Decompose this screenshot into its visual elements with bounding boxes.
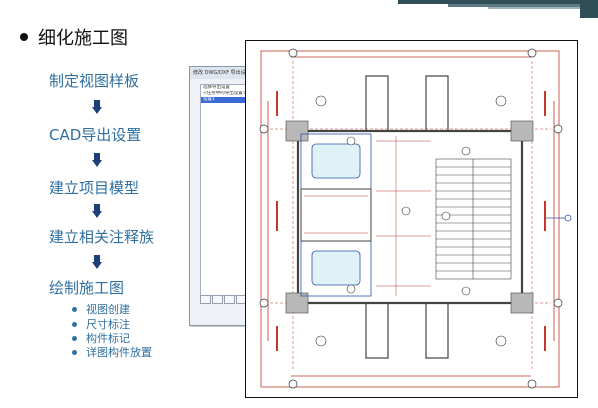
step-5: 绘制施工图 [49, 279, 125, 297]
rename-setting-button[interactable] [224, 295, 235, 304]
bullet-icon [72, 321, 77, 327]
decorative-top-bar [0, 0, 598, 18]
down-arrow-icon [92, 204, 102, 218]
copy-setting-button[interactable] [212, 295, 223, 304]
dialog-toolbar [200, 295, 247, 304]
step-1: 制定视图样板 [49, 72, 140, 90]
export-settings-dialog[interactable]: 修改 DWG/DXF 导出设置 选择导出设置 <任务中的导出设置> 设置1 [189, 66, 253, 326]
slide-title-text: 细化施工图 [38, 28, 128, 49]
bullet-icon [72, 349, 77, 355]
down-arrow-icon [92, 255, 102, 269]
dialog-title: 修改 DWG/DXF 导出设置 [190, 67, 252, 79]
bullet-icon [72, 335, 77, 341]
slide-title: 细化施工图 [20, 24, 128, 50]
title-bullet-icon [20, 33, 28, 41]
substep-item: 视图创建 [72, 301, 130, 317]
substep-item: 详图构件放置 [72, 344, 152, 360]
down-arrow-icon [92, 100, 102, 114]
floor-plan-drawing [259, 48, 572, 389]
step-3: 建立项目模型 [49, 179, 140, 197]
new-setting-button[interactable] [200, 295, 211, 304]
step-4: 建立相关注释族 [49, 228, 155, 246]
cad-drawing-view[interactable] [245, 40, 578, 398]
settings-list-item-selected[interactable]: 设置1 [201, 97, 251, 103]
bullet-icon [72, 306, 77, 312]
down-arrow-icon [92, 153, 102, 167]
step-2: CAD导出设置 [49, 126, 142, 144]
